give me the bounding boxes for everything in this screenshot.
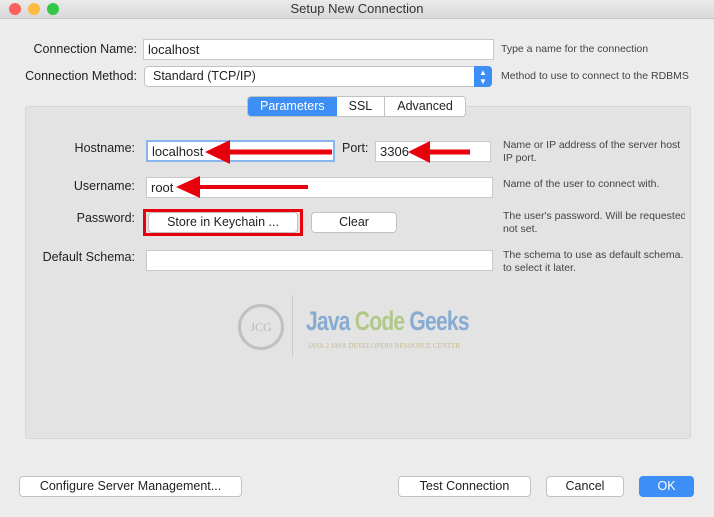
port-arrow	[408, 141, 470, 163]
cancel-button[interactable]: Cancel	[546, 476, 624, 497]
annotation-arrows	[176, 140, 470, 198]
test-connection-button[interactable]: Test Connection	[398, 476, 531, 497]
hostname-arrow	[205, 140, 332, 164]
ok-button[interactable]: OK	[639, 476, 694, 497]
username-arrow	[176, 176, 308, 198]
configure-server-management-button[interactable]: Configure Server Management...	[19, 476, 242, 497]
